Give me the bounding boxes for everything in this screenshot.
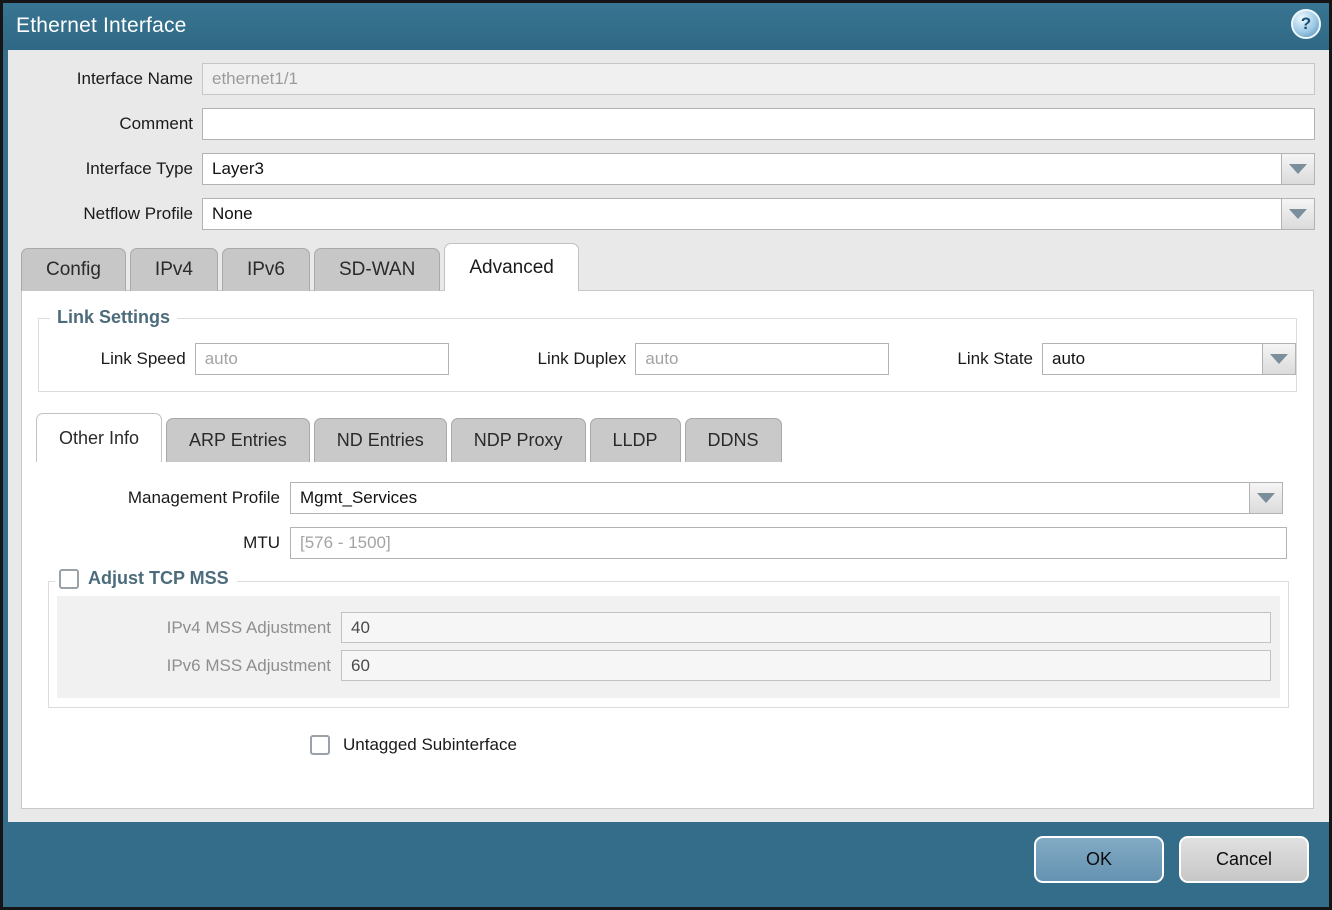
help-icon[interactable]: ? — [1291, 9, 1321, 39]
comment-field[interactable] — [202, 108, 1315, 140]
link-speed-field[interactable] — [195, 343, 449, 375]
ipv4-mss-field — [341, 612, 1271, 643]
link-settings-legend: Link Settings — [50, 307, 177, 328]
interface-type-row: Interface Type — [8, 153, 1329, 185]
interface-type-label: Interface Type — [8, 159, 202, 179]
link-duplex-label: Link Duplex — [449, 349, 636, 369]
link-speed-label: Link Speed — [39, 349, 195, 369]
untagged-subinterface-checkbox[interactable] — [310, 735, 330, 755]
subtab-ddns[interactable]: DDNS — [685, 418, 782, 462]
comment-label: Comment — [8, 114, 202, 134]
adjust-tcp-mss-fieldset: Adjust TCP MSS IPv4 MSS Adjustment IPv6 … — [48, 581, 1289, 708]
chevron-down-icon — [1270, 354, 1288, 364]
main-tab-bar: Config IPv4 IPv6 SD-WAN Advanced — [21, 243, 1329, 291]
management-profile-field[interactable] — [290, 482, 1250, 514]
link-state-label: Link State — [889, 349, 1042, 369]
cancel-button[interactable]: Cancel — [1179, 836, 1309, 883]
interface-name-label: Interface Name — [8, 69, 202, 89]
adjust-tcp-mss-legend: Adjust TCP MSS — [55, 568, 237, 589]
ipv6-mss-field — [341, 650, 1271, 681]
tab-ipv4[interactable]: IPv4 — [130, 248, 218, 291]
mss-disabled-area: IPv4 MSS Adjustment IPv6 MSS Adjustment — [57, 596, 1280, 698]
dialog-title: Ethernet Interface — [16, 14, 187, 38]
tab-ipv6[interactable]: IPv6 — [222, 248, 310, 291]
mtu-row: MTU — [22, 527, 1313, 559]
interface-name-field — [202, 63, 1315, 95]
ipv4-mss-label: IPv4 MSS Adjustment — [57, 618, 341, 638]
interface-type-field[interactable] — [202, 153, 1282, 185]
netflow-profile-dropdown-button[interactable] — [1282, 198, 1315, 230]
chevron-down-icon — [1289, 164, 1307, 174]
interface-type-dropdown-button[interactable] — [1282, 153, 1315, 185]
ipv6-mss-label: IPv6 MSS Adjustment — [57, 656, 341, 676]
dialog-body: Interface Name Comment Interface Type Ne… — [8, 50, 1329, 822]
ok-button[interactable]: OK — [1034, 836, 1164, 883]
mtu-field[interactable] — [290, 527, 1287, 559]
subtab-nd-entries[interactable]: ND Entries — [314, 418, 447, 462]
interface-name-row: Interface Name — [8, 63, 1329, 95]
tab-config[interactable]: Config — [21, 248, 126, 291]
netflow-profile-field[interactable] — [202, 198, 1282, 230]
advanced-tab-panel: Link Settings Link Speed Link Duplex Lin… — [21, 290, 1314, 809]
adjust-tcp-mss-checkbox[interactable] — [59, 569, 79, 589]
untagged-subinterface-label: Untagged Subinterface — [343, 735, 517, 755]
tab-advanced[interactable]: Advanced — [444, 243, 579, 291]
tab-sdwan[interactable]: SD-WAN — [314, 248, 440, 291]
link-duplex-field[interactable] — [635, 343, 889, 375]
chevron-down-icon — [1257, 493, 1275, 503]
titlebar: Ethernet Interface ? — [3, 3, 1329, 50]
link-state-dropdown-button[interactable] — [1263, 343, 1296, 375]
ipv6-mss-row: IPv6 MSS Adjustment — [57, 650, 1280, 681]
management-profile-row: Management Profile — [22, 482, 1313, 514]
management-profile-dropdown-button[interactable] — [1250, 482, 1283, 514]
mtu-label: MTU — [22, 533, 290, 553]
management-profile-label: Management Profile — [22, 488, 290, 508]
subtab-arp-entries[interactable]: ARP Entries — [166, 418, 310, 462]
comment-row: Comment — [8, 108, 1329, 140]
subtab-other-info[interactable]: Other Info — [36, 413, 162, 462]
link-settings-fieldset: Link Settings Link Speed Link Duplex Lin… — [38, 318, 1297, 392]
netflow-profile-label: Netflow Profile — [8, 204, 202, 224]
ethernet-interface-dialog: Ethernet Interface ? Interface Name Comm… — [0, 0, 1332, 910]
chevron-down-icon — [1289, 209, 1307, 219]
subtab-lldp[interactable]: LLDP — [590, 418, 681, 462]
ipv4-mss-row: IPv4 MSS Adjustment — [57, 612, 1280, 643]
link-state-field[interactable] — [1042, 343, 1263, 375]
adjust-tcp-mss-legend-text: Adjust TCP MSS — [88, 568, 229, 589]
sub-tab-bar: Other Info ARP Entries ND Entries NDP Pr… — [36, 413, 1313, 462]
dialog-footer: OK Cancel — [3, 822, 1329, 907]
subtab-ndp-proxy[interactable]: NDP Proxy — [451, 418, 586, 462]
untagged-subinterface-row: Untagged Subinterface — [310, 735, 1313, 755]
netflow-profile-row: Netflow Profile — [8, 198, 1329, 230]
